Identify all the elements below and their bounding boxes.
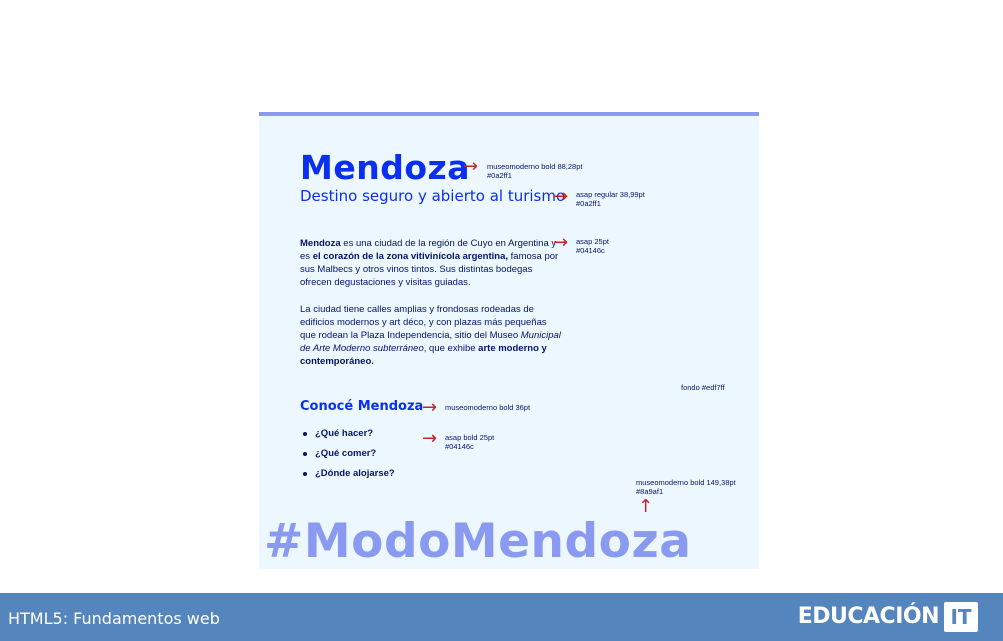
subtitle-font-note: asap regular 38,99pt #0a2ff1	[576, 190, 645, 208]
hashtag-font-color: #8a9af1	[636, 487, 664, 496]
list-item: ¿Qué comer?	[302, 447, 395, 460]
subtitle: Destino seguro y abierto al turismo	[300, 187, 566, 205]
paragraph-bold-text: el corazón de la zona vitivinícola argen…	[312, 251, 509, 262]
section-font-note: museomoderno bold 36pt	[445, 403, 531, 412]
paragraph-bold-text: Mendoza	[300, 238, 341, 249]
list-font-name: asap bold 25pt	[445, 433, 495, 442]
section-title: Conocé Mendoza	[300, 399, 424, 414]
mendoza-title: Mendoza	[300, 148, 470, 187]
right-arrow-icon: →	[422, 397, 438, 418]
paragraph-font-color: #04146c	[576, 246, 605, 255]
paragraph-font-name: asap 25pt	[576, 237, 609, 246]
intro-paragraph: Mendoza es una ciudad de la región de Cu…	[300, 237, 565, 289]
right-arrow-icon: →	[422, 428, 438, 449]
topics-list: ¿Qué hacer? ¿Qué comer? ¿Dónde alojarse?	[302, 427, 395, 487]
slide-preview: Mendoza → museomoderno bold 88,28pt #0a2…	[259, 112, 759, 569]
title-font-color: #0a2ff1	[487, 171, 512, 180]
hashtag-font-name: museomoderno bold 149,38pt	[636, 478, 736, 487]
logo-text: EDUCACIÓN	[797, 604, 940, 629]
educacion-it-logo: EDUCACIÓN IT	[798, 602, 978, 632]
right-arrow-icon: →	[553, 232, 569, 253]
course-title: HTML5: Fundamentos web	[8, 609, 220, 628]
hashtag-font-note: museomoderno bold 149,38pt #8a9af1	[636, 478, 736, 496]
paragraph-font-note: asap 25pt #04146c	[576, 237, 609, 255]
paragraph-text: La ciudad tiene calles amplias y frondos…	[300, 304, 547, 341]
logo-box: IT	[944, 602, 978, 632]
city-paragraph: La ciudad tiene calles amplias y frondos…	[300, 303, 565, 368]
right-arrow-icon: →	[553, 186, 569, 207]
paragraph-text: , que exhibe	[423, 343, 479, 354]
list-font-note: asap bold 25pt #04146c	[445, 433, 494, 451]
hashtag-text: #ModoMendoza	[264, 514, 692, 569]
title-font-name: museomoderno bold 88,28pt	[487, 162, 583, 171]
subtitle-font-color: #0a2ff1	[576, 199, 601, 208]
subtitle-font-name: asap regular 38,99pt	[576, 190, 645, 199]
footer-bar: HTML5: Fundamentos web EDUCACIÓN IT	[0, 593, 1003, 641]
slide-top-bar	[259, 112, 759, 116]
background-note: fondo #edf7ff	[681, 383, 725, 392]
title-font-note: museomoderno bold 88,28pt #0a2ff1	[487, 162, 582, 180]
list-font-color: #04146c	[445, 442, 474, 451]
list-item: ¿Qué hacer?	[302, 427, 395, 440]
list-item: ¿Dónde alojarse?	[302, 467, 395, 480]
right-arrow-icon: →	[463, 156, 479, 177]
